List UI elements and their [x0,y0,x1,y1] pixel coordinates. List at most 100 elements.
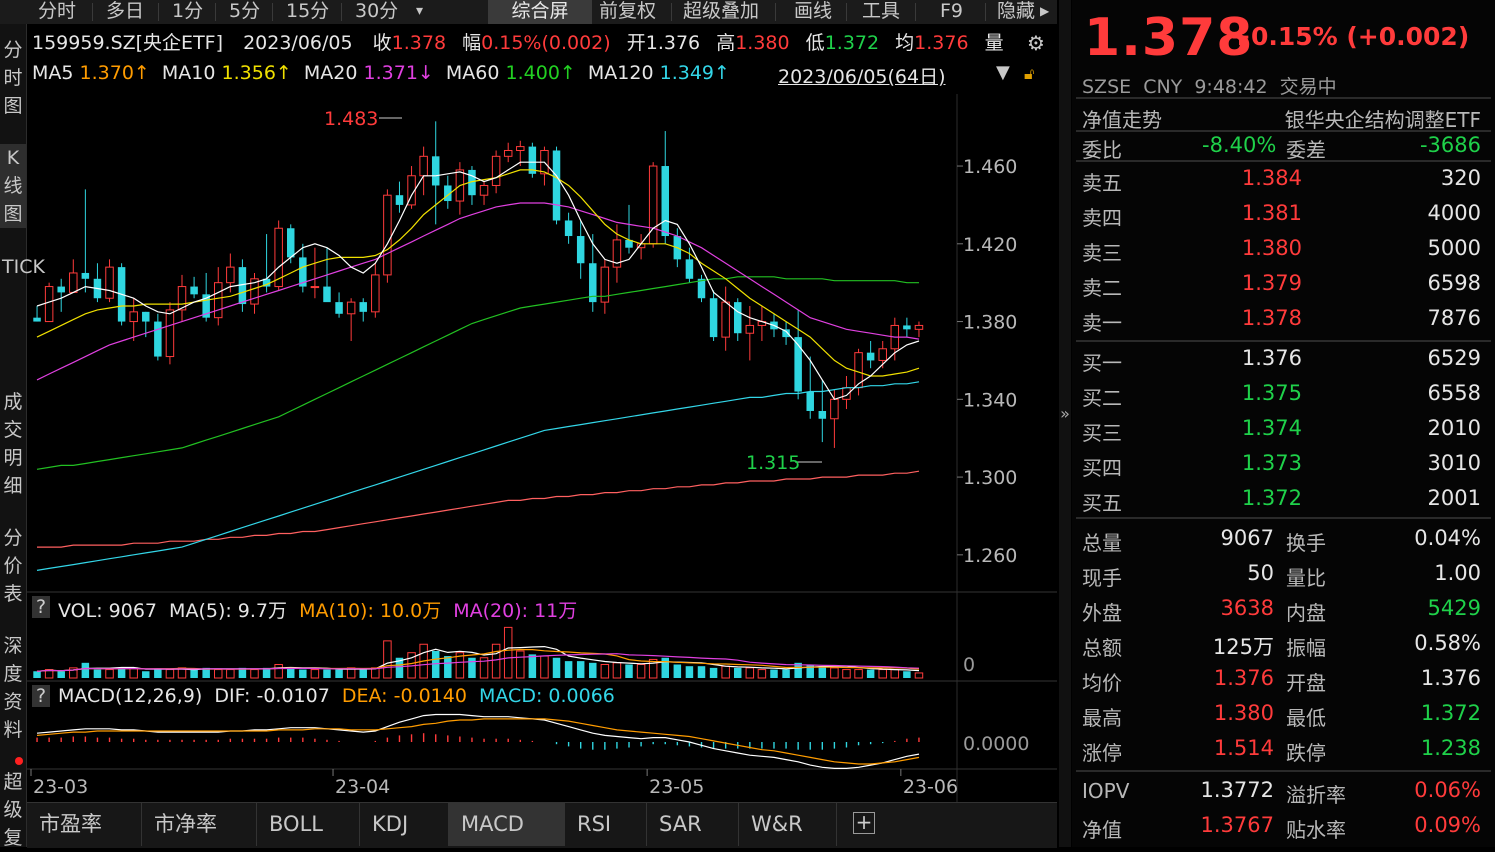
volume-bar [540,655,549,679]
macd-title: MACD(12,26,9) [58,685,203,707]
tab-pe[interactable]: 市盈率 [27,803,142,846]
nav-price-table[interactable]: 分价表 [0,524,26,608]
caret-right-icon[interactable]: ▶ [1040,0,1049,24]
tab-tools[interactable]: 工具 [862,0,900,24]
candle-body [866,352,875,361]
volume-bar [105,669,114,679]
bid-row-price: 1.373 [1241,451,1302,475]
candle-body [286,228,295,258]
top-toolbar: 分时 多日 1分 5分 15分 30分 ▾ 综合屏 前复权 超级叠加 画线 工具… [0,0,1057,24]
ma60-line [36,276,919,470]
tab-timeshare[interactable]: 分时 [38,0,76,24]
quote-panel: 1.378 +0.15% (+0.002) SZSE CNY 9:48:42 交… [1072,0,1495,847]
volume-bar [310,669,320,679]
macd-dea: DEA: -0.0140 [341,685,467,707]
candle-body [33,317,41,322]
tab-hide[interactable]: 隐藏 [997,0,1035,24]
currency: CNY [1143,76,1183,98]
candle-body [491,155,501,186]
volume-bar [359,669,367,678]
iopv-row-label: 净值 [1082,818,1122,842]
tab-draw[interactable]: 画线 [794,0,832,24]
tab-5min[interactable]: 5分 [229,0,260,24]
candle-body [818,410,827,419]
weibi-value: -8.40% [1202,133,1277,157]
tab-15min[interactable]: 15分 [286,0,329,24]
stat-row-value-2: 1.376 [1420,666,1481,690]
volume-bar [914,672,924,679]
nav-tick[interactable]: TICK [0,252,45,283]
tab-30min[interactable]: 30分 [355,0,398,24]
volume-bar [770,669,778,678]
tab-wr[interactable]: W&R [739,803,837,846]
ask-row-label: 卖一 [1082,311,1122,335]
tab-overlay[interactable]: 超级叠加 [683,0,759,24]
nav-trend-link[interactable]: 净值走势 [1082,104,1162,133]
stat-row-value-2: 5429 [1427,596,1481,620]
volume-bar [214,669,223,679]
bid-row-volume: 6529 [1427,346,1481,370]
nav-super[interactable]: 超级复 [0,768,26,852]
tab-macd[interactable]: MACD [449,803,565,846]
candle-body [661,166,670,237]
volume-bar [589,662,597,678]
alert-dot-icon [15,757,23,765]
tab-rsi[interactable]: RSI [565,803,647,846]
volume-bar [93,669,102,678]
nav-timeshare-chart[interactable]: 分时图 [0,36,26,120]
candle-body [81,272,90,279]
tab-composite[interactable]: 综合屏 [488,0,592,24]
tab-f9[interactable]: F9 [940,0,963,24]
tab-boll[interactable]: BOLL [257,803,360,846]
volume-bar [468,657,476,678]
volume-bar [33,671,41,678]
volume-bar [335,669,343,678]
tab-1min[interactable]: 1分 [172,0,203,24]
volume-bar [842,669,851,679]
tab-kdj[interactable]: KDJ [360,803,449,846]
stat-row-label-2: 量比 [1286,566,1326,590]
ask-row-price: 1.379 [1241,271,1302,295]
stat-row-label: 总量 [1082,531,1122,555]
macd-help-icon[interactable]: ? [32,685,50,707]
stat-row-label-2: 跌停 [1286,741,1326,765]
vol-help-icon[interactable]: ? [32,596,50,618]
nav-depth-info[interactable]: 深度资料 [0,632,26,744]
candle-body [576,236,585,264]
candle-body [359,302,367,312]
add-indicator-icon[interactable]: + [853,812,875,834]
tab-multiday[interactable]: 多日 [106,0,144,24]
ask-row-price: 1.381 [1241,201,1302,225]
stat-row-value-2: 1.238 [1420,736,1481,760]
volume-bar [818,666,827,678]
tab-pb[interactable]: 市净率 [142,803,257,846]
volume-bar [903,671,911,678]
weicha-value: -3686 [1419,133,1481,157]
stat-row-value: 50 [1247,561,1274,585]
bid-row-price: 1.376 [1241,346,1302,370]
vol-axis-zero: 0 [963,654,976,676]
price-change: +0.15% (+0.002) [1230,22,1470,51]
nav-trade-detail[interactable]: 成交明细 [0,388,26,500]
stat-row-value: 125万 [1212,635,1274,659]
stat-row-value: 3638 [1220,596,1274,620]
stat-row-value: 1.376 [1213,666,1274,690]
tab-sar[interactable]: SAR [647,803,739,846]
nav-kline-chart[interactable]: K线图 [0,144,26,228]
candle-body [709,298,718,338]
iopv-row-label: IOPV [1082,779,1130,803]
stat-row-label: 最高 [1082,706,1122,730]
ask-row-volume: 6598 [1427,271,1481,295]
x-tick-label: 23-05 [649,776,704,798]
x-tick-label: 23-03 [33,776,88,798]
collapse-arrow-icon[interactable]: » [1059,404,1071,432]
stat-row-value-2: 0.58% [1414,631,1481,655]
volume-bar [226,669,235,679]
candle-body [903,325,911,330]
tab-forward-adjust[interactable]: 前复权 [599,0,656,24]
low-price-marker: 1.315 [746,452,801,474]
bid-row-label: 买三 [1082,421,1122,445]
period-dropdown-icon[interactable]: ▾ [416,0,423,24]
volume-bar [625,664,633,678]
candle-body [310,286,320,289]
